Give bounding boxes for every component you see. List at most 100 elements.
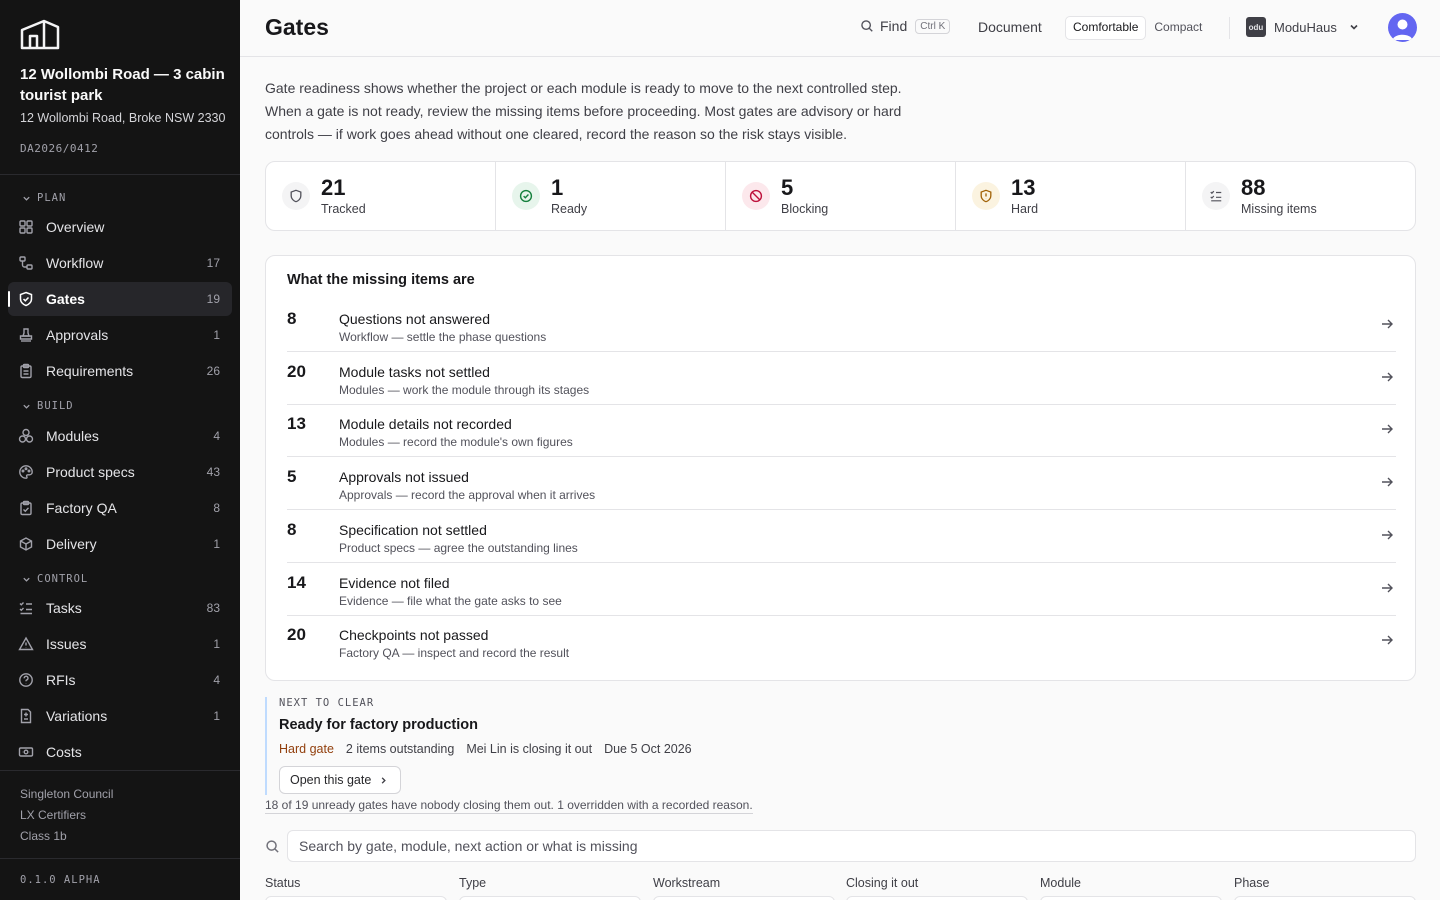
section-label: CONTROL bbox=[37, 573, 89, 585]
section-build[interactable]: BUILD bbox=[22, 400, 74, 412]
sidebar-item-rfis[interactable]: RFIs 4 bbox=[8, 663, 232, 697]
list-checks-icon bbox=[19, 602, 32, 615]
next-gate-title: Ready for factory production bbox=[279, 717, 478, 733]
filter-select-workstream[interactable] bbox=[653, 896, 835, 900]
find-label: Find bbox=[880, 18, 908, 34]
sidebar-item-issues[interactable]: Issues 1 bbox=[8, 627, 232, 661]
sidebar-item-variations[interactable]: Variations 1 bbox=[8, 699, 232, 733]
missing-item-row[interactable]: 8 Specification not settled Product spec… bbox=[287, 510, 1396, 563]
missing-item-row[interactable]: 14 Evidence not filed Evidence — file wh… bbox=[287, 563, 1396, 616]
sidebar-item-overview[interactable]: Overview bbox=[8, 210, 232, 244]
sidebar-item-delivery[interactable]: Delivery 1 bbox=[8, 527, 232, 561]
missing-items-title: What the missing items are bbox=[287, 272, 475, 288]
density-compact[interactable]: Compact bbox=[1146, 16, 1210, 40]
sidebar-item-modules[interactable]: Modules 4 bbox=[8, 419, 232, 453]
gates-intro: Gate readiness shows whether the project… bbox=[265, 80, 902, 142]
stat-label: Ready bbox=[551, 202, 588, 216]
sidebar-item-gates[interactable]: Gates 19 bbox=[8, 282, 232, 316]
filter-select-type[interactable] bbox=[459, 896, 641, 900]
house-logo-icon[interactable] bbox=[20, 18, 60, 50]
search-icon bbox=[266, 840, 279, 853]
missing-item-row[interactable]: 8 Questions not answered Workflow — sett… bbox=[287, 299, 1396, 352]
section-plan[interactable]: PLAN bbox=[22, 192, 66, 204]
missing-item-title: Specification not settled bbox=[339, 522, 487, 538]
chevron-right-icon bbox=[381, 776, 387, 784]
arrow-right-icon bbox=[1382, 583, 1393, 593]
missing-items-panel: What the missing items are 8 Questions n… bbox=[265, 255, 1416, 681]
sidebar-divider bbox=[0, 858, 240, 859]
missing-item-count: 13 bbox=[287, 414, 306, 433]
ban-icon bbox=[742, 182, 770, 210]
sidebar-item-count: 17 bbox=[206, 256, 220, 270]
app-version: 0.1.0 ALPHA bbox=[20, 874, 101, 886]
stamp-icon bbox=[19, 328, 33, 342]
sidebar-item-label: Product specs bbox=[46, 464, 135, 480]
sidebar-item-label: Approvals bbox=[46, 327, 109, 343]
sidebar-item-workflow[interactable]: Workflow 17 bbox=[8, 246, 232, 280]
missing-item-title: Approvals not issued bbox=[339, 469, 469, 485]
sidebar-item-label: Modules bbox=[46, 428, 99, 444]
stat-ready[interactable]: 1 Ready bbox=[496, 162, 726, 230]
sidebar-item-factory-qa[interactable]: Factory QA 8 bbox=[8, 491, 232, 525]
sidebar-item-label: Overview bbox=[46, 219, 105, 235]
certifier-name: LX Certifiers bbox=[20, 808, 87, 822]
missing-item-row[interactable]: 20 Checkpoints not passed Factory QA — i… bbox=[287, 615, 1396, 668]
missing-item-row[interactable]: 5 Approvals not issued Approvals — recor… bbox=[287, 457, 1396, 510]
sidebar-item-count: 83 bbox=[206, 601, 220, 615]
user-icon bbox=[1392, 19, 1413, 40]
missing-item-row[interactable]: 20 Module tasks not settled Modules — wo… bbox=[287, 352, 1396, 405]
missing-item-title: Checkpoints not passed bbox=[339, 627, 489, 643]
open-gate-button[interactable]: Open this gate bbox=[279, 766, 402, 794]
chevron-down-icon bbox=[23, 404, 30, 409]
sidebar-item-costs[interactable]: Costs bbox=[8, 735, 232, 769]
stat-label: Blocking bbox=[781, 202, 829, 216]
sidebar-item-count: 1 bbox=[213, 637, 220, 651]
boxes-icon bbox=[18, 428, 34, 443]
document-link[interactable]: Document bbox=[978, 19, 1042, 35]
sidebar-item-approvals[interactable]: Approvals 1 bbox=[8, 318, 232, 352]
filter-select-status[interactable] bbox=[265, 896, 447, 900]
filter-select-module[interactable] bbox=[1040, 896, 1222, 900]
sidebar-item-label: Tasks bbox=[46, 600, 82, 616]
section-control[interactable]: CONTROL bbox=[22, 573, 88, 585]
council-name: Singleton Council bbox=[20, 787, 114, 801]
chevron-down-icon bbox=[23, 577, 30, 582]
missing-item-subtitle: Workflow — settle the phase questions bbox=[339, 330, 547, 344]
banknote-icon bbox=[18, 747, 34, 757]
header-divider bbox=[1229, 17, 1230, 39]
stat-label: Missing items bbox=[1241, 202, 1317, 216]
project-address: 12 Wollombi Road, Broke NSW 2330 bbox=[20, 111, 226, 125]
stat-value: 5 bbox=[781, 175, 794, 200]
next-gate-meta: Hard gate 2 items outstanding Mei Lin is… bbox=[279, 742, 692, 756]
gate-search-input[interactable] bbox=[287, 830, 1416, 862]
sidebar: 12 Wollombi Road — 3 cabin tourist park … bbox=[0, 0, 240, 900]
stat-label: Tracked bbox=[321, 202, 366, 216]
missing-item-count: 5 bbox=[287, 467, 297, 486]
stat-blocking[interactable]: 5 Blocking bbox=[726, 162, 956, 230]
find-button[interactable]: Find Ctrl K bbox=[860, 18, 951, 34]
filter-label-module: Module bbox=[1040, 876, 1081, 890]
sidebar-item-count: 8 bbox=[213, 501, 220, 515]
filter-select-phase[interactable] bbox=[1234, 896, 1416, 900]
sidebar-item-tasks[interactable]: Tasks 83 bbox=[8, 591, 232, 625]
find-shortcut: Ctrl K bbox=[915, 18, 951, 34]
stat-missing-items[interactable]: 88 Missing items bbox=[1186, 162, 1415, 230]
missing-item-row[interactable]: 13 Module details not recorded Modules —… bbox=[287, 404, 1396, 457]
unready-gates-note[interactable]: 18 of 19 unready gates have nobody closi… bbox=[265, 798, 753, 814]
stat-label: Hard bbox=[1011, 202, 1039, 216]
sidebar-item-requirements[interactable]: Requirements 26 bbox=[8, 354, 232, 388]
sidebar-item-count: 1 bbox=[213, 709, 220, 723]
grid-icon bbox=[19, 220, 33, 234]
stat-tracked[interactable]: 21 Tracked bbox=[266, 162, 496, 230]
sidebar-item-label: Issues bbox=[46, 636, 87, 652]
sidebar-item-product-specs[interactable]: Product specs 43 bbox=[8, 455, 232, 489]
filter-select-closing-it-out[interactable] bbox=[846, 896, 1028, 900]
sidebar-item-count: 26 bbox=[206, 364, 220, 378]
org-switcher[interactable]: odu ModuHaus bbox=[1246, 17, 1359, 37]
sidebar-item-label: RFIs bbox=[46, 672, 76, 688]
stat-hard[interactable]: 13 Hard bbox=[956, 162, 1186, 230]
user-avatar[interactable] bbox=[1388, 13, 1417, 42]
density-comfortable[interactable]: Comfortable bbox=[1065, 16, 1147, 40]
sidebar-item-count: 4 bbox=[213, 673, 220, 687]
filter-label-closing-it-out: Closing it out bbox=[846, 876, 919, 890]
